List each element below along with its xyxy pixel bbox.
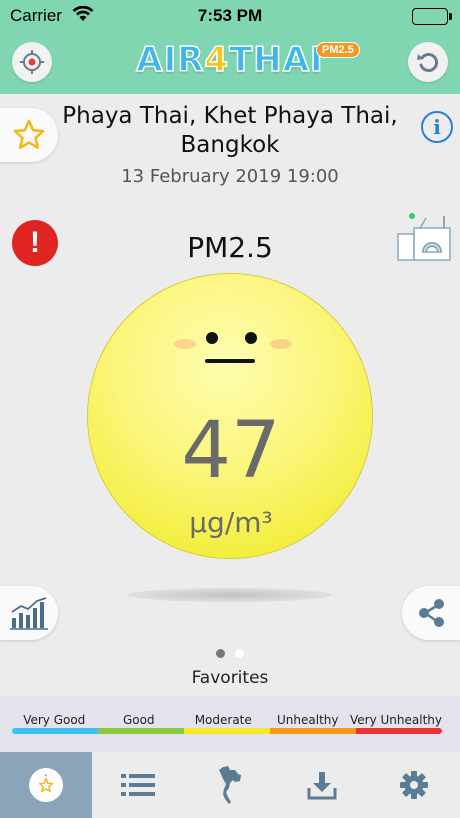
cheek [174,339,196,349]
add-favorite-button[interactable] [0,108,58,162]
aqi-scale: Very Good Good Moderate Unhealthy Very U… [0,696,460,752]
face-eye [206,332,218,344]
scale-segment [184,728,270,734]
battery-icon [412,8,452,25]
tab-settings[interactable] [368,752,460,818]
share-button[interactable] [402,586,460,640]
scale-segment [98,728,184,734]
favorites-star-icon [29,768,63,802]
page-dot-active[interactable] [216,649,225,658]
scale-bar [12,728,442,734]
scale-label-moderate: Moderate [194,713,252,727]
reading-datetime: 13 February 2019 19:00 [121,166,339,187]
pm-value: 47 [181,406,281,496]
thailand-map-icon [219,766,241,804]
face-eye [245,332,257,344]
app-logo: AIR4THAI PM2.5 [0,39,460,81]
bar-chart-icon [10,597,48,630]
page-title: Favorites [191,668,269,688]
scale-segment [270,728,356,734]
scale-label-unhealthy: Unhealthy [277,713,339,727]
refresh-button[interactable] [408,42,448,82]
gear-icon [400,771,428,799]
download-icon [307,772,337,800]
status-bar: Carrier 7:53 PM [0,0,460,32]
clock: 7:53 PM [197,6,263,25]
face-mouth [205,359,255,363]
tab-list[interactable] [92,752,184,818]
bottom-tab-bar [0,752,460,818]
page-dot[interactable] [235,649,244,658]
tab-download[interactable] [276,752,368,818]
location-name: Phaya Thai, Khet Phaya Thai, Bangkok [62,103,398,158]
star-icon [13,119,45,150]
pm-unit: µg/m³ [189,506,273,539]
tab-map[interactable] [184,752,276,818]
aqi-face-ball: 47 µg/m³ [87,273,373,559]
page-indicator[interactable] [0,645,460,663]
list-icon [121,774,155,796]
ball-shadow [128,588,332,602]
refresh-icon [417,53,439,72]
app-header: AIR4THAI PM2.5 [0,32,460,94]
pm25-badge: PM2.5 [316,42,360,58]
scale-segment [12,728,98,734]
tab-favorites[interactable] [0,752,92,818]
cheek [270,339,292,349]
pollutant-label: PM2.5 [187,231,273,264]
history-chart-button[interactable] [0,586,58,640]
scale-labels: Very Good Good Moderate Unhealthy Very U… [12,713,442,727]
share-icon [419,599,444,627]
info-button[interactable]: i [421,111,453,143]
scale-label-very-good: Very Good [23,713,86,727]
scale-label-good: Good [122,713,155,727]
scale-segment [356,728,442,734]
scale-label-very-unhealthy: Very Unhealthy [350,713,442,727]
